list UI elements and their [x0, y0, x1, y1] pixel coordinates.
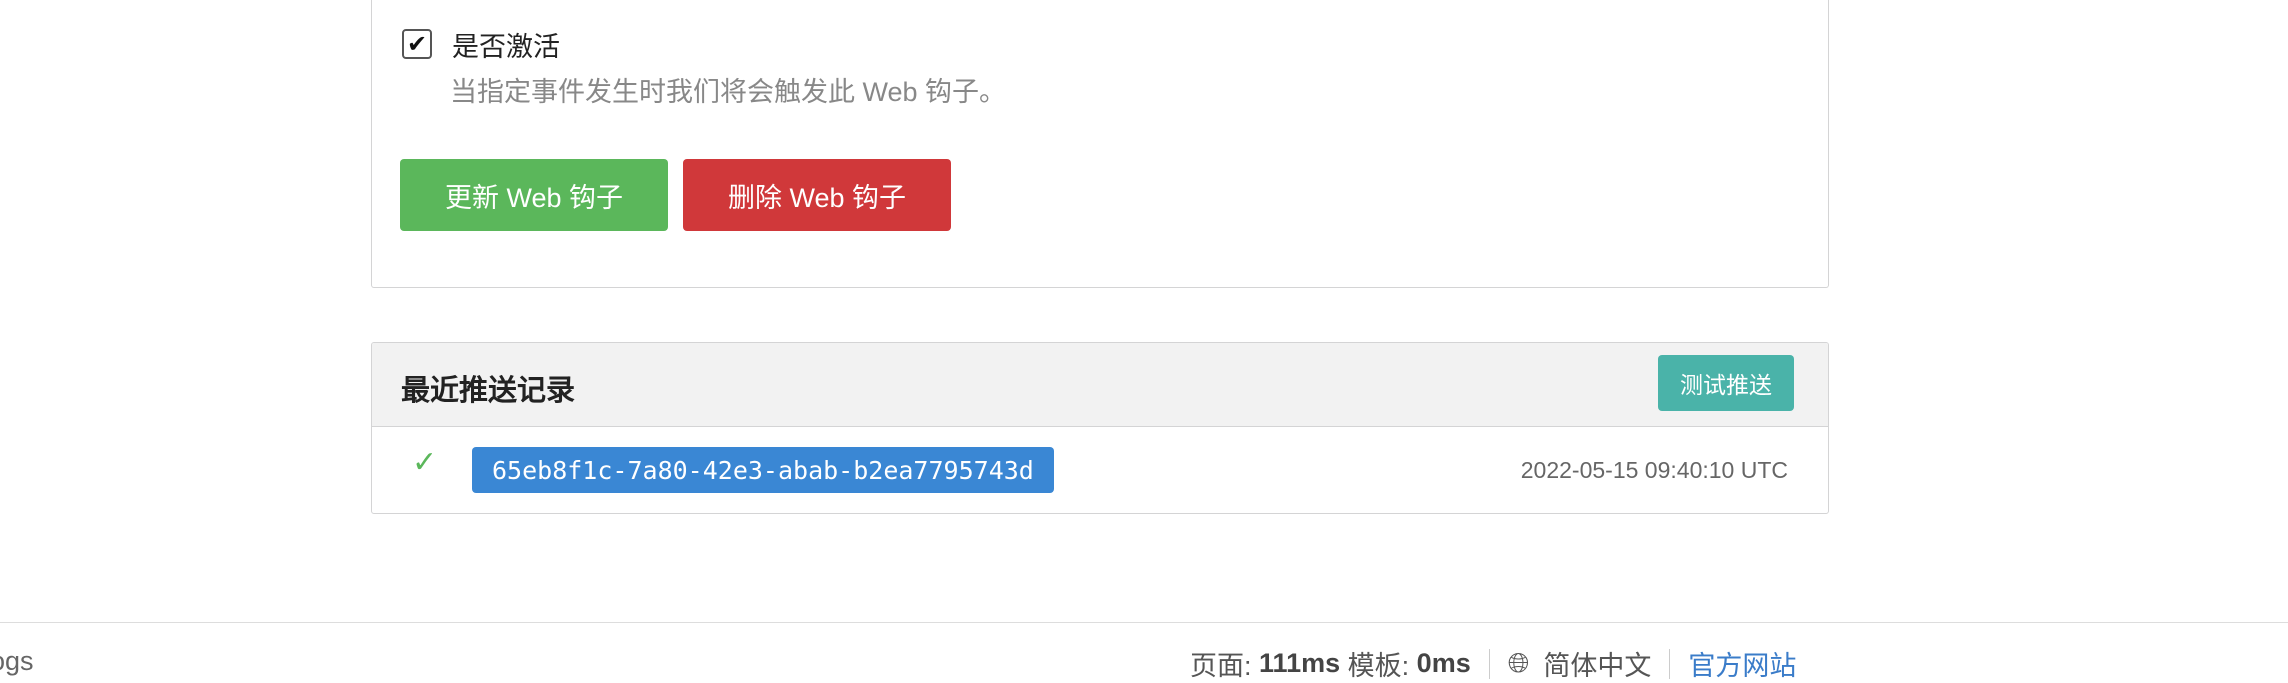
footer-separator — [1488, 648, 1490, 679]
template-time-value: 0ms — [1416, 648, 1471, 678]
update-webhook-button[interactable]: 更新 Web 钩子 — [400, 159, 668, 231]
delivery-item: ✓ 65eb8f1c-7a80-42e3-abab-b2ea7795743d 2… — [372, 427, 1828, 513]
webhook-settings-form: ✔ 是否激活 当指定事件发生时我们将会触发此 Web 钩子。 更新 Web 钩子… — [371, 0, 1829, 288]
delivery-uuid-link[interactable]: 65eb8f1c-7a80-42e3-abab-b2ea7795743d — [472, 447, 1054, 493]
official-site-link[interactable]: 官方网站 — [1688, 644, 1796, 683]
panel-title: 最近推送记录 — [401, 375, 576, 407]
delivery-timestamp: 2022-05-15 09:40:10 UTC — [1520, 457, 1788, 483]
check-icon: ✓ — [412, 445, 438, 480]
footer-divider — [0, 622, 2288, 623]
active-field: ✔ 是否激活 — [402, 26, 560, 62]
panel-header: 最近推送记录 测试推送 — [372, 343, 1828, 427]
footer-separator — [1669, 648, 1671, 679]
active-checkbox[interactable]: ✔ — [402, 29, 432, 59]
footer-left-text[interactable]: ogs — [0, 646, 34, 677]
active-label: 是否激活 — [452, 31, 560, 62]
globe-icon: 🌐︎ — [1507, 647, 1530, 679]
page-time-value: 111ms — [1259, 648, 1341, 678]
footer-right: 页面: 111ms 模板: 0ms 🌐︎ 简体中文 官方网站 — [1190, 644, 1796, 683]
template-time-label: 模板: — [1347, 651, 1410, 681]
page-time-label: 页面: — [1190, 651, 1252, 681]
test-delivery-button[interactable]: 测试推送 — [1658, 355, 1794, 411]
recent-deliveries-panel: 最近推送记录 测试推送 ✓ 65eb8f1c-7a80-42e3-abab-b2… — [371, 342, 1829, 514]
delete-webhook-button[interactable]: 删除 Web 钩子 — [683, 159, 951, 231]
checkmark-icon: ✔ — [406, 30, 428, 58]
language-selector[interactable]: 简体中文 — [1543, 644, 1651, 683]
active-help-text: 当指定事件发生时我们将会触发此 Web 钩子。 — [450, 77, 1007, 107]
